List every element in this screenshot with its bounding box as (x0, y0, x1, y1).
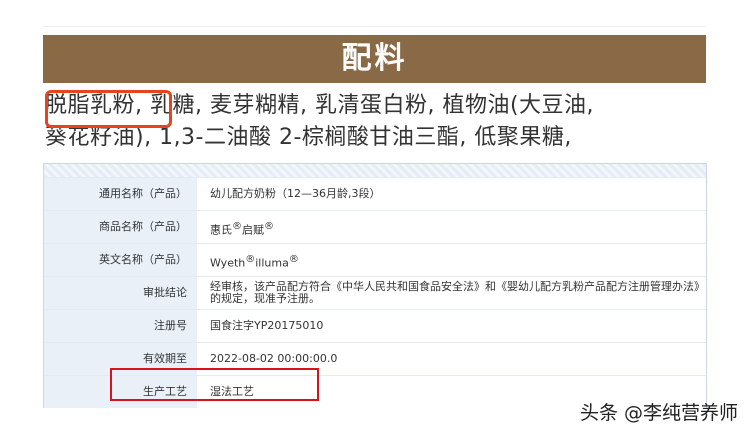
table-row: 注册号 国食注字YP20175010 (44, 309, 706, 342)
row-value: Wyeth®illuma® (197, 244, 706, 276)
table-row: 商品名称（产品） 惠氏®启赋® (44, 210, 706, 243)
table-row: 通用名称（产品） 幼儿配方奶粉（12—36月龄,3段） (44, 177, 706, 210)
row-value: 国食注字YP20175010 (197, 310, 706, 342)
table-row: 审批结论 经审核，该产品配方符合《中华人民共和国食品安全法》和《婴幼儿配方乳粉产品… (44, 276, 706, 309)
table-header-pattern (44, 164, 706, 177)
row-label: 商品名称（产品） (44, 211, 197, 243)
row-label: 注册号 (44, 310, 197, 342)
row-label: 通用名称（产品） (44, 178, 197, 210)
row-label: 审批结论 (44, 277, 197, 309)
watermark: 头条 @李纯营养师 (580, 402, 739, 424)
row-value: 惠氏®启赋® (197, 211, 706, 243)
row-value: 经审核，该产品配方符合《中华人民共和国食品安全法》和《婴幼儿配方乳粉产品配方注册… (197, 277, 706, 309)
highlight-box (45, 90, 172, 128)
table-row: 英文名称（产品） Wyeth®illuma® (44, 243, 706, 276)
row-value: 幼儿配方奶粉（12—36月龄,3段） (197, 178, 706, 210)
ingredients-title: 配料 (43, 35, 706, 83)
highlight-box (110, 368, 319, 401)
row-label: 英文名称（产品） (44, 244, 197, 276)
